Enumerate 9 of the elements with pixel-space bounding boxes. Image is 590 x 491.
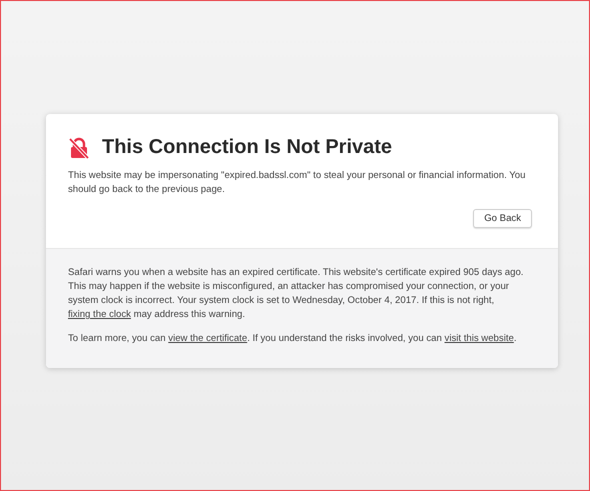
details-paragraph: Safari warns you when a website has an expired certificate. This website's certificate expired 905 days ago. This may happen if the website is misconfigured, an attacker has compromised your connection, or your system clock is incorrect. Your system clock is set to Wednesday, October 4, 2017. If this is not right, fixing the clock may address this warning.	[68, 266, 524, 322]
link[interactable]: fixing the clock	[68, 309, 131, 320]
details-paragraph: To learn more, you can view the certificate. If you understand the risks involved, you can visit this website.	[68, 332, 518, 346]
link[interactable]: visit this website	[444, 333, 514, 344]
warning-message: This website may be impersonating "expired.badssl.com" to steal your personal or financial information. You should go back to the previous page.	[68, 169, 526, 197]
link[interactable]: view the certificate	[168, 333, 248, 344]
crossed-lock-icon	[68, 136, 90, 158]
go-back-button[interactable]: Go Back	[473, 209, 532, 228]
page-title: This Connection Is Not Private	[102, 136, 392, 159]
